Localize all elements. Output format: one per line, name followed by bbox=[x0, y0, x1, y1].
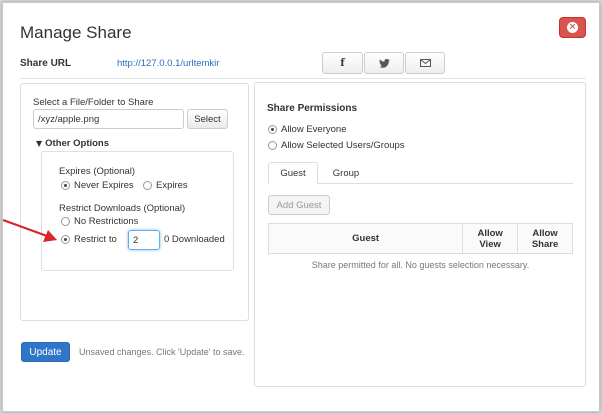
empty-table-message: Share permitted for all. No guests selec… bbox=[311, 260, 530, 270]
restrict-count-input[interactable]: 2 bbox=[128, 230, 160, 250]
never-expires-label: Never Expires bbox=[74, 180, 134, 191]
twitter-icon bbox=[378, 58, 390, 68]
share-permissions-heading: Share Permissions bbox=[267, 103, 358, 114]
manage-share-dialog: Manage Share × Share URL http://127.0.0.… bbox=[2, 2, 600, 412]
facebook-share-button[interactable]: f bbox=[322, 52, 363, 74]
allow-everyone-radio[interactable] bbox=[268, 125, 277, 134]
email-share-button[interactable] bbox=[405, 52, 445, 74]
restrict-downloads-label: Restrict Downloads (Optional) bbox=[59, 203, 186, 214]
share-url-link[interactable]: http://127.0.0.1/urltemkir bbox=[117, 58, 219, 69]
close-icon: × bbox=[568, 22, 577, 32]
downloaded-count: 0 Downloaded bbox=[164, 234, 225, 245]
other-options-label: Other Options bbox=[45, 138, 110, 149]
column-guest: Guest bbox=[267, 223, 464, 254]
add-guest-button[interactable]: Add Guest bbox=[268, 195, 330, 215]
expires-radio[interactable] bbox=[143, 181, 152, 190]
file-path-input[interactable]: /xyz/apple.png bbox=[33, 109, 184, 129]
allow-everyone-label: Allow Everyone bbox=[281, 124, 347, 135]
twitter-share-button[interactable] bbox=[364, 52, 404, 74]
other-options-toggle[interactable]: ▼ Other Options bbox=[36, 138, 109, 149]
no-restrictions-label: No Restrictions bbox=[74, 216, 139, 227]
allow-selected-label: Allow Selected Users/Groups bbox=[281, 140, 405, 151]
select-file-label: Select a File/Folder to Share bbox=[33, 97, 154, 108]
never-expires-radio[interactable] bbox=[61, 181, 70, 190]
facebook-icon: f bbox=[340, 57, 345, 69]
red-arrow-annotation bbox=[3, 218, 57, 242]
allow-selected-radio[interactable] bbox=[268, 141, 277, 150]
restrict-count-value: 2 bbox=[133, 234, 139, 246]
share-url-label: Share URL bbox=[20, 58, 72, 69]
close-button[interactable]: × bbox=[559, 17, 586, 38]
unsaved-changes-message: Unsaved changes. Click 'Update' to save. bbox=[79, 347, 245, 357]
dialog-title: Manage Share bbox=[20, 23, 132, 42]
header-divider bbox=[20, 78, 586, 79]
restrict-to-label: Restrict to bbox=[74, 234, 117, 245]
table-header-row: Guest Allow View Allow Share bbox=[267, 223, 573, 254]
expires-option-label: Expires bbox=[156, 180, 188, 191]
envelope-icon bbox=[419, 59, 431, 67]
file-path-value: /xyz/apple.png bbox=[38, 113, 100, 125]
select-button[interactable]: Select bbox=[187, 109, 228, 129]
tab-group[interactable]: Group bbox=[321, 162, 371, 184]
update-button[interactable]: Update bbox=[21, 342, 70, 362]
column-allow-view: Allow View bbox=[462, 223, 519, 254]
column-allow-share: Allow Share bbox=[517, 223, 573, 254]
triangle-down-icon: ▼ bbox=[36, 139, 43, 148]
tab-guest[interactable]: Guest bbox=[268, 162, 318, 184]
table-row: Share permitted for all. No guests selec… bbox=[269, 254, 573, 277]
guest-permissions-table: Guest Allow View Allow Share Share permi… bbox=[267, 223, 573, 277]
expires-label: Expires (Optional) bbox=[59, 166, 136, 177]
